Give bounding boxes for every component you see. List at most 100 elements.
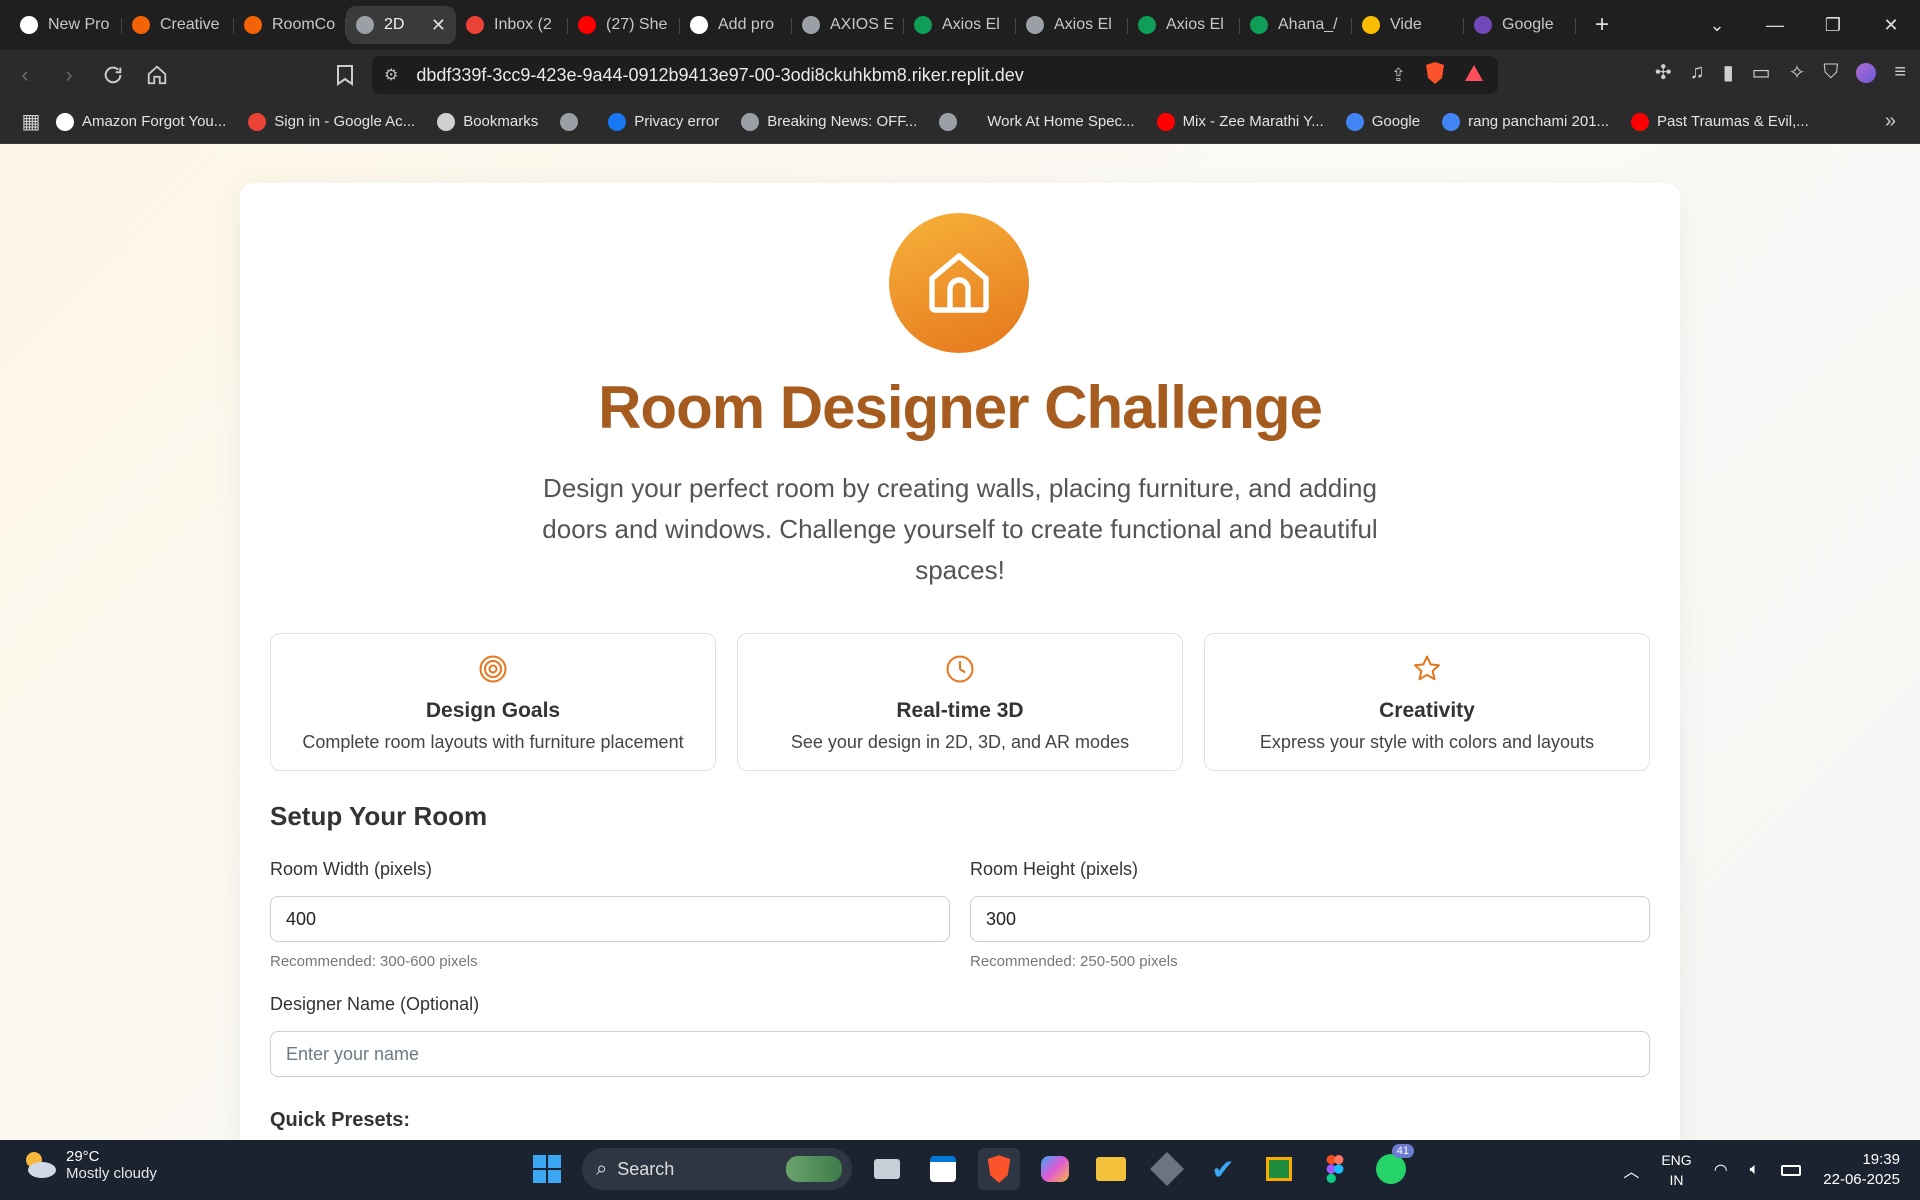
- sidebar-icon[interactable]: ▮: [1723, 60, 1734, 85]
- feature-card-design-goals: Design Goals Complete room layouts with …: [270, 633, 716, 771]
- browser-tab[interactable]: Ahana_/: [1240, 6, 1352, 44]
- show-hidden-icons-chevron-icon[interactable]: ︿: [1623, 1158, 1639, 1182]
- new-tab-button[interactable]: +: [1582, 6, 1622, 44]
- task-view-button[interactable]: [866, 1148, 908, 1190]
- bookmark-item[interactable]: Amazon Forgot You...: [56, 112, 226, 131]
- browser-tab[interactable]: AXIOS E: [792, 6, 904, 44]
- site-settings-icon[interactable]: ⚙: [384, 65, 398, 85]
- feature-name: Design Goals: [425, 699, 561, 722]
- browser-tab[interactable]: Vide: [1352, 6, 1464, 44]
- share-icon[interactable]: ⇪: [1391, 65, 1406, 86]
- restore-button[interactable]: ❐: [1804, 15, 1862, 36]
- browser-tab[interactable]: Google: [1464, 6, 1576, 44]
- browser-tab[interactable]: Creative: [122, 6, 234, 44]
- weather-widget[interactable]: 29°C Mostly cloudy: [20, 1148, 157, 1182]
- page-title: Room Designer Challenge: [598, 374, 1323, 441]
- bookmark-label: Google: [1371, 113, 1421, 130]
- figma-button[interactable]: [1314, 1148, 1356, 1190]
- home-button[interactable]: [138, 56, 176, 94]
- address-bar[interactable]: ⚙ dbdf339f-3cc9-423e-9a44-0912b9413e97-0…: [372, 56, 1498, 94]
- browser-tab[interactable]: Add pro: [680, 6, 792, 44]
- language-indicator[interactable]: ENG IN: [1661, 1150, 1691, 1190]
- copilot-button[interactable]: [1034, 1148, 1076, 1190]
- wallet-icon[interactable]: ▭: [1752, 60, 1771, 85]
- todo-button[interactable]: ✔: [1202, 1148, 1244, 1190]
- file-explorer-button[interactable]: [1090, 1148, 1132, 1190]
- tab-label: Inbox (2: [494, 16, 552, 33]
- feature-name: Real-time 3D: [896, 699, 1024, 722]
- extensions-icon[interactable]: ✣: [1655, 60, 1672, 85]
- bookmark-page-button[interactable]: [326, 56, 364, 94]
- profile-icon[interactable]: [1856, 62, 1877, 83]
- apps-grid-icon[interactable]: ▦: [6, 109, 56, 134]
- browser-tab[interactable]: New Pro: [10, 6, 122, 44]
- reload-icon: [104, 66, 122, 84]
- bookmark-label: Mix - Zee Marathi Y...: [1182, 113, 1324, 130]
- browser-tab[interactable]: Axios El: [1016, 6, 1128, 44]
- taskbar-search[interactable]: ⌕ Search: [582, 1148, 852, 1190]
- browser-tab[interactable]: 2D ✕: [346, 6, 456, 44]
- brave-icon: [987, 1155, 1011, 1183]
- bookmark-item[interactable]: rang panchami 201...: [1442, 112, 1609, 131]
- classroom-button[interactable]: [1258, 1148, 1300, 1190]
- minimize-button[interactable]: —: [1746, 15, 1804, 36]
- browser-tab[interactable]: Axios El: [904, 6, 1016, 44]
- window-controls: ⌄ — ❐ ✕: [1688, 0, 1920, 50]
- bookmark-item[interactable]: [560, 112, 586, 131]
- globe-icon: [1026, 16, 1044, 34]
- close-tab-icon[interactable]: ✕: [431, 15, 446, 36]
- bookmarks-folder-icon: [437, 112, 456, 131]
- room-width-input[interactable]: 400: [270, 896, 950, 942]
- bookmark-label: Past Traumas & Evil,...: [1657, 113, 1809, 130]
- bookmark-item[interactable]: Privacy error: [608, 112, 719, 131]
- clock-icon: [946, 655, 974, 683]
- back-button[interactable]: ‹: [6, 56, 44, 94]
- clock[interactable]: 19:39 22-06-2025: [1823, 1150, 1900, 1190]
- close-window-button[interactable]: ✕: [1862, 15, 1920, 36]
- vpn-icon[interactable]: ⛉: [1823, 61, 1838, 84]
- tab-search-chevron-icon[interactable]: ⌄: [1688, 15, 1746, 36]
- browser-toolbar: ‹ › ⚙ dbdf339f-3cc9-423e-9a44-0912b9413e…: [0, 50, 1920, 100]
- url-text: dbdf339f-3cc9-423e-9a44-0912b9413e97-00-…: [416, 64, 1024, 85]
- google-icon: [1345, 112, 1364, 131]
- reload-button[interactable]: [94, 56, 132, 94]
- house-icon: [929, 253, 989, 313]
- designer-name-input[interactable]: Enter your name: [270, 1031, 1650, 1077]
- bookmark-item[interactable]: Bookmarks: [437, 112, 538, 131]
- browser-tab[interactable]: Axios El: [1128, 6, 1240, 44]
- bookmark-item[interactable]: Work At Home Spec...: [987, 113, 1134, 130]
- browser-tab[interactable]: RoomCo: [234, 6, 346, 44]
- browser-tab[interactable]: (27) She: [568, 6, 680, 44]
- more-bookmarks-icon[interactable]: »: [1885, 110, 1896, 133]
- bookmark-item[interactable]: [939, 112, 965, 131]
- media-icon[interactable]: ♫: [1690, 61, 1705, 84]
- bookmark-item[interactable]: Breaking News: OFF...: [741, 112, 917, 131]
- menu-icon[interactable]: ≡: [1894, 61, 1906, 84]
- bookmark-item[interactable]: Google: [1345, 112, 1421, 131]
- bookmark-item[interactable]: Sign in - Google Ac...: [248, 112, 415, 131]
- app-cube-button[interactable]: [1146, 1148, 1188, 1190]
- brave-shields-icon[interactable]: [1424, 61, 1446, 90]
- bookmark-item[interactable]: Mix - Zee Marathi Y...: [1156, 112, 1324, 131]
- google-icon: [1442, 112, 1461, 131]
- room-width-label: Room Width (pixels): [270, 859, 433, 879]
- wifi-icon[interactable]: ◠: [1714, 1160, 1728, 1180]
- brave-rewards-icon[interactable]: [1464, 64, 1484, 87]
- browser-tab[interactable]: Inbox (2: [456, 6, 568, 44]
- store-button[interactable]: [922, 1148, 964, 1190]
- start-button[interactable]: [526, 1148, 568, 1190]
- brave-taskbar-button[interactable]: [978, 1148, 1020, 1190]
- room-height-input[interactable]: 300: [970, 896, 1650, 942]
- copilot-icon: [1041, 1156, 1069, 1182]
- tab-label: RoomCo: [272, 16, 336, 33]
- whatsapp-button[interactable]: 41: [1370, 1144, 1414, 1190]
- volume-icon[interactable]: 🔈︎: [1750, 1161, 1760, 1179]
- whatsapp-icon: [1376, 1154, 1406, 1184]
- globe-icon: [356, 16, 374, 34]
- forward-button[interactable]: ›: [50, 56, 88, 94]
- leo-ai-icon[interactable]: ✧: [1789, 60, 1806, 85]
- bookmark-item[interactable]: Past Traumas & Evil,...: [1631, 112, 1809, 131]
- feature-desc: Express your style with colors and layou…: [1259, 732, 1595, 752]
- battery-icon[interactable]: [1781, 1164, 1802, 1176]
- taskbar-apps: ⌕ Search ✔ 41: [526, 1144, 1414, 1190]
